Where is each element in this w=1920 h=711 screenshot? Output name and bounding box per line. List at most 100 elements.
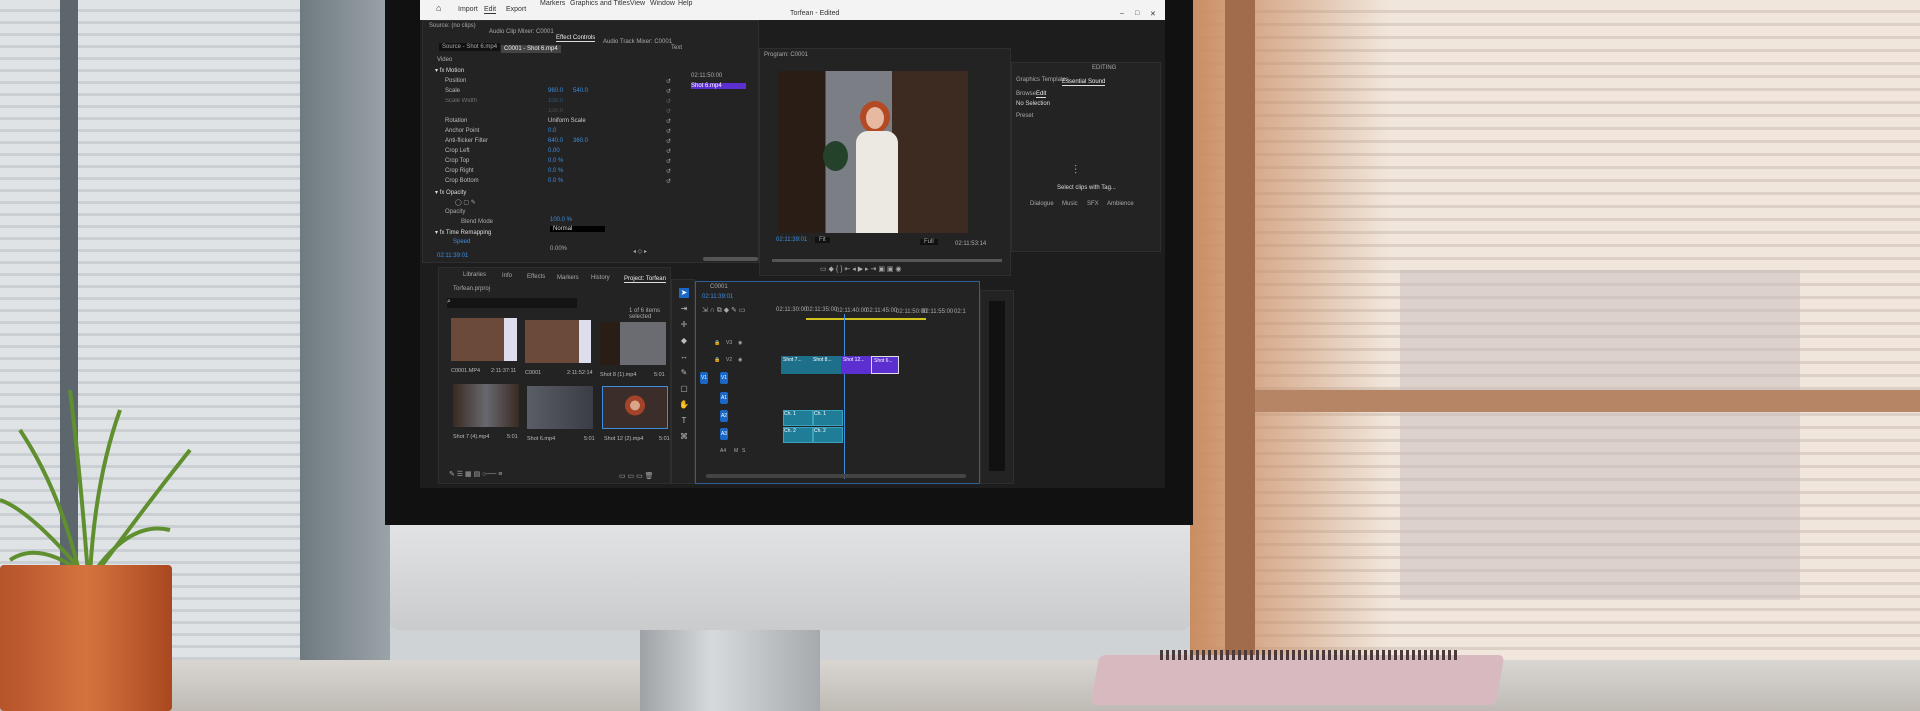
clip-thumbnail[interactable] (525, 320, 591, 363)
timeline-timecode[interactable]: 02:11:39:01 (702, 294, 733, 300)
video-clip-selected[interactable]: Shot 6... (871, 356, 899, 374)
opacity-value[interactable]: 100.0 % (550, 217, 572, 223)
track-target-v1[interactable]: V1 (720, 372, 728, 384)
tab-libraries[interactable]: Libraries (463, 272, 486, 278)
clip-thumbnail[interactable] (600, 322, 666, 365)
track-target-a1[interactable]: A1 (720, 392, 728, 404)
close-button[interactable]: ✕ (1150, 10, 1156, 18)
track-target-a3[interactable]: A3 (720, 428, 728, 440)
source-no-clips[interactable]: Source: (no clips) (429, 23, 476, 29)
motion-section[interactable]: ▾ fx Motion (435, 67, 464, 74)
menu-edit[interactable]: Edit (484, 6, 497, 14)
tab-essential-sound[interactable]: Essential Sound (1062, 79, 1106, 86)
home-icon[interactable]: ⌂ (436, 3, 441, 13)
quality-select[interactable]: Full (920, 239, 938, 245)
program-timecode[interactable]: 02:11:39:01 (776, 237, 807, 243)
edit-tab[interactable]: Edit (1036, 91, 1047, 98)
timeline-scrollbar[interactable] (706, 474, 966, 478)
property-row[interactable]: Anchor Point 0.0 ↺ (423, 127, 671, 137)
track-target-a2[interactable]: A2 (720, 410, 728, 422)
timeline-toolbar[interactable]: ⇲ ∩ ⧉ ◆ ✎ ▭ (702, 306, 745, 315)
property-row[interactable]: 100.0 ↺ (423, 107, 671, 117)
dialogue-button[interactable]: Dialogue (1030, 201, 1054, 207)
transport-controls[interactable]: ▭ ◆ { } ⇤ ◂ ▶ ▸ ⇥ ▣ ▣ ◉ (820, 265, 902, 273)
playhead[interactable] (844, 314, 845, 479)
property-row[interactable]: Scale Width 100.0 ↺ (423, 97, 671, 107)
minimize-button[interactable]: – (1120, 10, 1124, 17)
rectangle-icon[interactable]: ▢ (679, 384, 689, 394)
clip-thumbnail-selected[interactable] (602, 386, 668, 429)
effect-timecode[interactable]: 02:11:39:01 (437, 253, 468, 259)
razor-icon[interactable]: ◆ (679, 336, 689, 346)
type-icon[interactable]: T (679, 416, 689, 426)
mask-tools[interactable]: ◯ ▢ ✎ (455, 199, 476, 206)
video-clip[interactable]: Shot 12... (841, 356, 871, 374)
clip-thumbnail[interactable] (453, 384, 519, 427)
opacity-section[interactable]: ▾ fx Opacity (435, 189, 466, 196)
audio-clip[interactable]: Ch. 2 (783, 427, 813, 443)
menu-window[interactable]: Window (650, 0, 675, 7)
tab-text[interactable]: Text (671, 45, 682, 51)
tab-history[interactable]: History (591, 275, 610, 281)
audio-clip[interactable]: Ch. 2 (813, 427, 843, 443)
workspace-label[interactable]: EDITING (1092, 65, 1116, 71)
ambience-button[interactable]: Ambience (1107, 201, 1134, 207)
caption-icon[interactable]: ⌘ (679, 432, 689, 442)
tab-audio-clip-mixer[interactable]: Audio Clip Mixer: C0001 (489, 29, 554, 35)
project-search-input[interactable]: ⌕ (447, 298, 577, 308)
tab-audio-track-mixer[interactable]: Audio Track Mixer: C0001 (603, 39, 672, 45)
property-row[interactable]: Crop Right 0.0 % ↺ (423, 167, 671, 177)
clip-thumbnail[interactable] (527, 386, 593, 429)
property-row[interactable]: Crop Bottom 0.0 % ↺ (423, 177, 671, 187)
tab-info[interactable]: Info (502, 273, 512, 279)
video-clip[interactable]: Shot 7... (781, 356, 811, 374)
menu-import[interactable]: Import (458, 6, 478, 13)
uniform-scale-checkbox[interactable]: Uniform Scale (548, 118, 586, 124)
menu-view[interactable]: View (630, 0, 645, 7)
tab-markers[interactable]: Markers (557, 275, 579, 281)
clip-thumbnail[interactable] (451, 318, 517, 361)
property-row[interactable]: Position ↺ (423, 77, 671, 87)
audio-clip[interactable]: Ch. 1 (813, 410, 843, 426)
source-clip-tab[interactable]: Source - Shot 6.mp4 (439, 43, 501, 51)
project-actions[interactable]: ▭ ▭ ▭ 🗑 (619, 472, 654, 480)
property-row[interactable]: Crop Left 0.00 ↺ (423, 147, 671, 157)
video-clip[interactable]: Shot 8... (811, 356, 841, 374)
menu-help[interactable]: Help (678, 0, 692, 7)
sequence-clip-tab[interactable]: C0001 - Shot 6.mp4 (501, 45, 561, 53)
pen-icon[interactable]: ✎ (679, 368, 689, 378)
menu-markers[interactable]: Markers (540, 0, 565, 7)
work-area-bar[interactable] (806, 318, 926, 320)
audio-clip[interactable]: Ch. 1 (783, 410, 813, 426)
tab-effects[interactable]: Effects (527, 274, 545, 280)
tab-graphics-templates[interactable]: Graphics Templates (1016, 77, 1069, 83)
time-remapping-section[interactable]: ▾ fx Time Remapping (435, 229, 491, 236)
music-button[interactable]: Music (1062, 201, 1078, 207)
fit-select[interactable]: Fit (815, 237, 830, 243)
menu-export[interactable]: Export (506, 6, 526, 13)
property-row[interactable]: Crop Top 0.0 % ↺ (423, 157, 671, 167)
ripple-edit-icon[interactable]: ✛ (679, 320, 689, 330)
tab-project[interactable]: Project: Torfean (624, 276, 666, 283)
track-select-icon[interactable]: ⇥ (679, 304, 689, 314)
browse-tab[interactable]: Browse (1016, 91, 1036, 97)
property-row[interactable]: Scale 960.0 540.0 ↺ (423, 87, 671, 97)
tab-effect-controls[interactable]: Effect Controls (556, 35, 596, 42)
blend-mode-select[interactable]: Normal (550, 226, 605, 232)
maximize-button[interactable]: □ (1135, 10, 1139, 17)
menu-graphics[interactable]: Graphics and Titles (570, 0, 630, 7)
sequence-tab[interactable]: C0001 (710, 284, 728, 290)
program-title[interactable]: Program: C0001 (764, 52, 808, 58)
hand-icon[interactable]: ✋ (679, 400, 689, 410)
property-row[interactable]: Anti-flicker Filter 640.0 360.0 ↺ (423, 137, 671, 147)
speed-value[interactable]: 0.00% (550, 246, 567, 252)
source-patch-v1[interactable]: V1 (700, 372, 708, 384)
clip-bar[interactable]: Shot 6.mp4 (691, 83, 746, 89)
project-toolbar[interactable]: ✎ ☰ ▦ ▤ ○── ≡ (449, 470, 502, 478)
property-row[interactable]: Rotation Uniform Scale ↺ (423, 117, 671, 127)
slip-icon[interactable]: ↔ (679, 352, 689, 362)
sfx-button[interactable]: SFX (1087, 201, 1099, 207)
zoom-scrollbar[interactable] (703, 257, 758, 261)
keyframe-nav[interactable]: ◂ ◇ ▸ (633, 248, 647, 255)
selection-tool-icon[interactable]: ➤ (679, 288, 689, 298)
